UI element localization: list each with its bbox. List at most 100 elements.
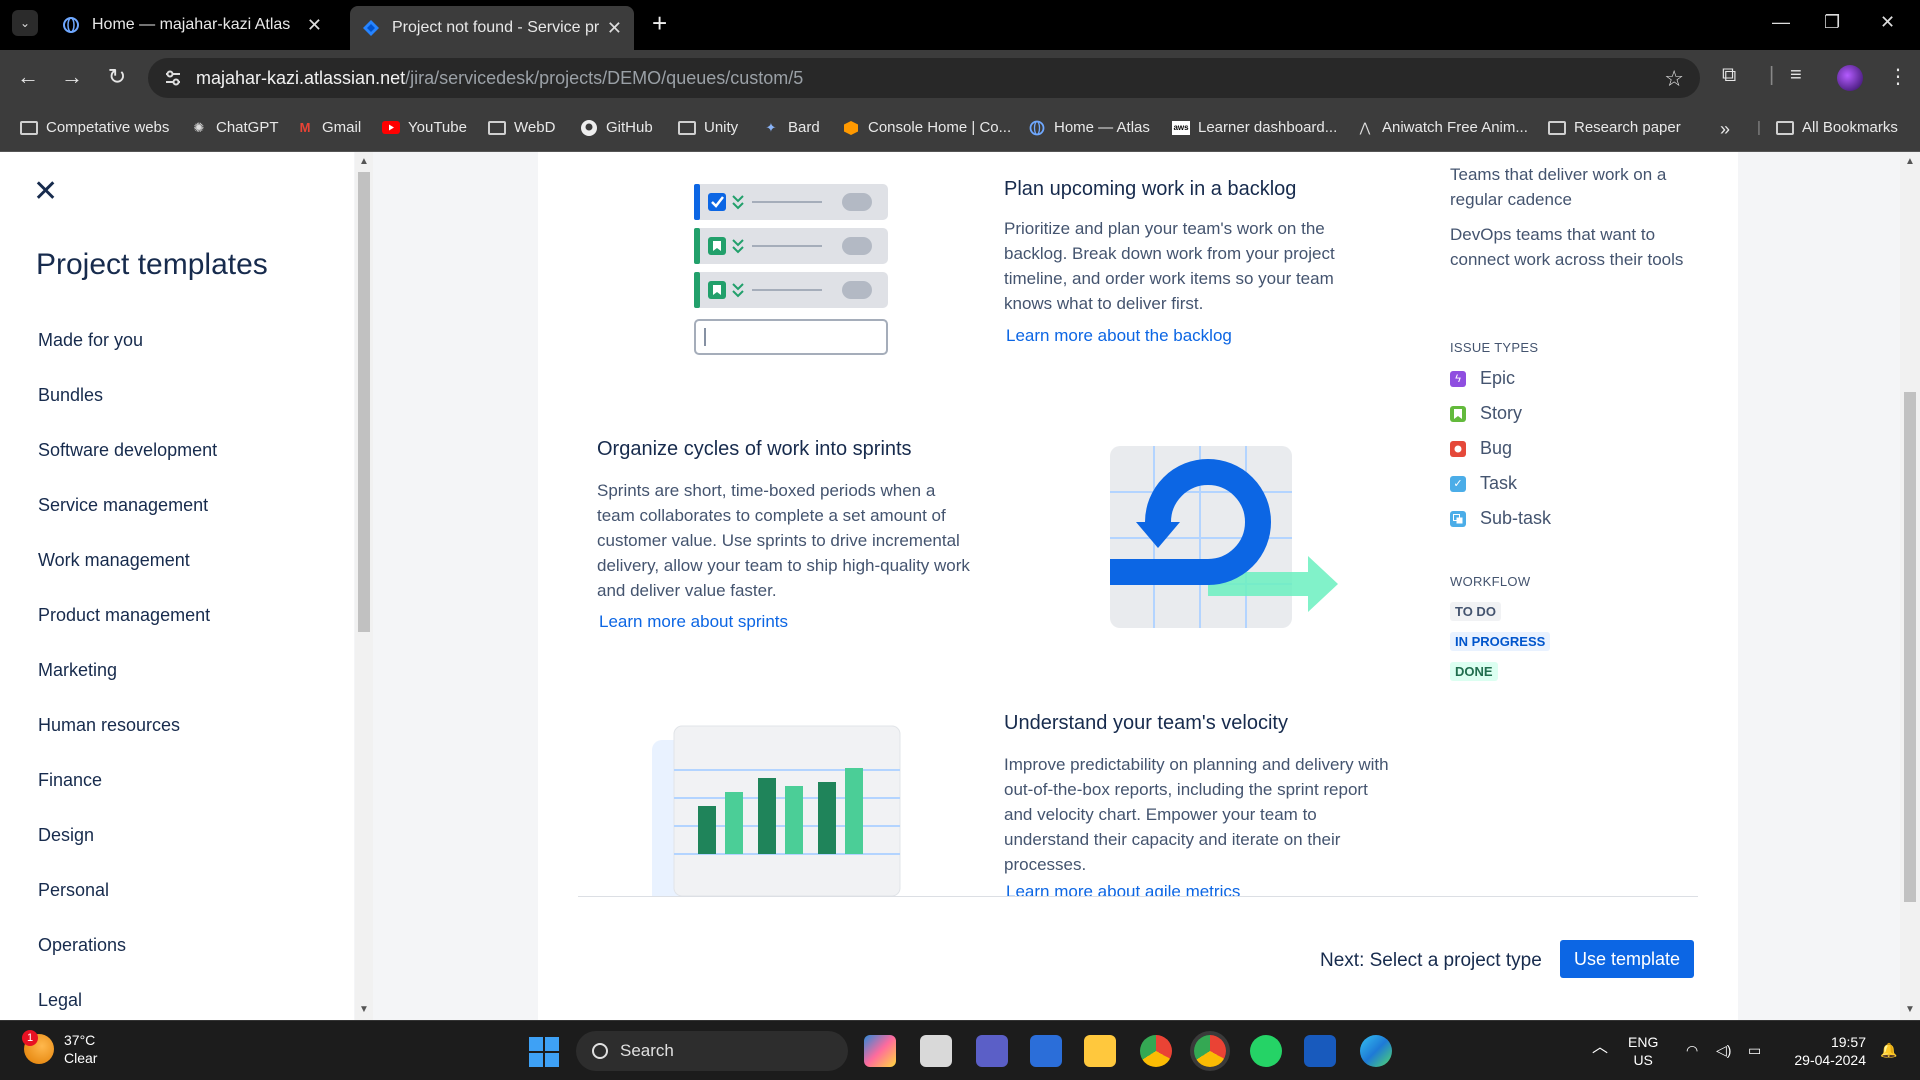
scroll-up-arrow-icon[interactable]: ▲ — [359, 156, 369, 167]
sidebar-item-legal[interactable]: Legal — [38, 990, 82, 1011]
sidebar-item-human-resources[interactable]: Human resources — [38, 715, 180, 736]
sidebar-item-operations[interactable]: Operations — [38, 935, 126, 956]
clock[interactable]: 19:57 29-04-2024 — [1780, 1033, 1866, 1069]
bug-icon — [1450, 440, 1466, 457]
velocity-learn-more-link[interactable]: Learn more about agile metrics — [1006, 882, 1240, 896]
bookmark-github[interactable]: GitHub — [580, 119, 653, 136]
issue-type-task: ✓ Task — [1450, 473, 1517, 494]
address-bar[interactable]: majahar-kazi.atlassian.net /jira/service… — [148, 58, 1700, 98]
bookmark-home-atlas[interactable]: Home — Atlas — [1028, 119, 1150, 136]
bookmark-console-home[interactable]: Console Home | Co... — [842, 119, 1011, 136]
scroll-down-arrow-icon[interactable]: ▼ — [359, 1004, 369, 1015]
workflow-heading: WORKFLOW — [1450, 574, 1531, 589]
folder-icon — [1776, 120, 1794, 136]
wifi-icon[interactable]: ◠ — [1686, 1041, 1698, 1059]
sidebar-item-made-for-you[interactable]: Made for you — [38, 330, 143, 351]
page-scrollbar[interactable]: ▲ ▼ — [1900, 152, 1920, 1020]
tab-home-atlas[interactable]: Home — majahar-kazi Atlas ✕ — [50, 6, 334, 44]
sidebar-item-design[interactable]: Design — [38, 825, 94, 846]
edge-icon[interactable] — [1360, 1035, 1392, 1067]
file-explorer-icon[interactable] — [1084, 1035, 1116, 1067]
media-controls-icon[interactable]: ≡ — [1790, 64, 1802, 87]
sidebar-item-bundles[interactable]: Bundles — [38, 385, 103, 406]
sidebar-item-personal[interactable]: Personal — [38, 880, 109, 901]
backlog-illustration — [692, 178, 892, 358]
tab-project-not-found[interactable]: Project not found - Service proj ✕ — [350, 6, 634, 50]
sidebar-scrollbar[interactable]: ▲ ▼ — [355, 152, 373, 1020]
sidebar-item-marketing[interactable]: Marketing — [38, 660, 117, 681]
outlook-icon[interactable] — [1030, 1035, 1062, 1067]
site-info-icon[interactable] — [164, 69, 182, 87]
restore-icon[interactable]: ❐ — [1824, 12, 1840, 33]
scrollbar-thumb[interactable] — [358, 172, 370, 632]
issue-type-bug: Bug — [1450, 438, 1512, 459]
volume-icon[interactable]: ◁) — [1716, 1041, 1731, 1059]
bookmark-bard[interactable]: ✦ Bard — [762, 119, 820, 136]
windows-start-icon[interactable] — [529, 1037, 559, 1067]
bookmark-label: ChatGPT — [216, 119, 279, 136]
scrollbar-thumb[interactable] — [1904, 392, 1916, 902]
profile-avatar[interactable] — [1837, 65, 1863, 91]
backlog-learn-more-link[interactable]: Learn more about the backlog — [1006, 326, 1232, 346]
weather-widget[interactable]: 1 37°C Clear — [22, 1030, 97, 1067]
sprints-learn-more-link[interactable]: Learn more about sprints — [599, 612, 788, 632]
toolbar-separator: | — [1769, 64, 1775, 86]
temperature: 37°C — [64, 1032, 96, 1048]
scroll-down-arrow-icon[interactable]: ▼ — [1905, 1004, 1915, 1015]
sidebar-item-service-management[interactable]: Service management — [38, 495, 208, 516]
teams-icon[interactable] — [976, 1035, 1008, 1067]
bookmark-label: Competative webs — [46, 119, 170, 136]
language-indicator[interactable]: ENG US — [1628, 1033, 1658, 1069]
whatsapp-icon[interactable] — [1250, 1035, 1282, 1067]
bookmark-unity[interactable]: Unity — [678, 119, 738, 136]
chrome-active-icon[interactable] — [1194, 1035, 1226, 1067]
forward-icon[interactable]: → — [58, 64, 86, 90]
bookmark-webd[interactable]: WebD — [488, 119, 555, 136]
sidebar-item-product-management[interactable]: Product management — [38, 605, 210, 626]
youtube-icon — [382, 120, 400, 136]
back-icon[interactable]: ← — [14, 64, 42, 90]
sidebar-item-software-development[interactable]: Software development — [38, 440, 217, 461]
bookmark-label: GitHub — [606, 119, 653, 136]
region: US — [1633, 1052, 1653, 1068]
minimize-icon[interactable]: — — [1772, 12, 1790, 33]
chrome-icon[interactable] — [1140, 1035, 1172, 1067]
jira-icon — [362, 19, 380, 37]
scroll-up-arrow-icon[interactable]: ▲ — [1905, 156, 1915, 167]
battery-icon[interactable]: ▭ — [1748, 1041, 1761, 1059]
browser-menu-icon[interactable]: ⋮ — [1888, 64, 1908, 89]
use-template-button[interactable]: Use template — [1560, 940, 1694, 978]
template-details-panel: Plan upcoming work in a backlog Prioriti… — [538, 152, 1738, 1020]
footer-divider — [578, 896, 1698, 897]
bookmark-star-icon[interactable]: ☆ — [1664, 66, 1684, 92]
close-icon[interactable]: ✕ — [33, 177, 58, 207]
more-bookmarks-chevron-icon[interactable]: » — [1720, 119, 1730, 140]
tray-chevron-icon[interactable]: ︿ — [1592, 1039, 1608, 1057]
copilot-icon[interactable] — [864, 1035, 896, 1067]
taskbar-search[interactable]: Search — [576, 1031, 848, 1071]
tab-close-icon[interactable]: ✕ — [607, 18, 622, 39]
bookmark-label: Research paper — [1574, 119, 1681, 136]
bookmark-competative-webs[interactable]: Competative webs — [20, 119, 169, 136]
bookmark-aniwatch[interactable]: ⋀ Aniwatch Free Anim... — [1356, 119, 1528, 136]
window-close-icon[interactable]: ✕ — [1880, 12, 1895, 33]
reload-icon[interactable]: ↻ — [103, 64, 131, 90]
bookmark-chatgpt[interactable]: ✺ ChatGPT — [190, 119, 279, 136]
word-icon[interactable] — [1304, 1035, 1336, 1067]
sidebar-item-work-management[interactable]: Work management — [38, 550, 190, 571]
bookmark-learner-dashboard[interactable]: aws Learner dashboard... — [1172, 119, 1337, 136]
bookmark-research-paper[interactable]: Research paper — [1548, 119, 1681, 136]
sidebar-item-finance[interactable]: Finance — [38, 770, 102, 791]
recommended-for-cadence: Teams that deliver work on a regular cad… — [1450, 165, 1667, 209]
workflow-status-in-progress: IN PROGRESS — [1450, 632, 1551, 651]
bookmark-gmail[interactable]: M Gmail — [296, 119, 362, 136]
all-bookmarks-button[interactable]: All Bookmarks — [1776, 119, 1898, 136]
new-tab-button[interactable]: + — [652, 10, 667, 36]
task-view-icon[interactable] — [920, 1035, 952, 1067]
tab-search-button[interactable]: ⌄ — [12, 10, 38, 36]
url-path: /jira/servicedesk/projects/DEMO/queues/c… — [405, 67, 804, 88]
extensions-icon[interactable]: ⧉ — [1722, 64, 1736, 87]
notifications-bell-icon[interactable]: 🔔 — [1880, 1041, 1897, 1059]
bookmark-youtube[interactable]: YouTube — [382, 119, 467, 136]
tab-close-icon[interactable]: ✕ — [307, 15, 322, 36]
